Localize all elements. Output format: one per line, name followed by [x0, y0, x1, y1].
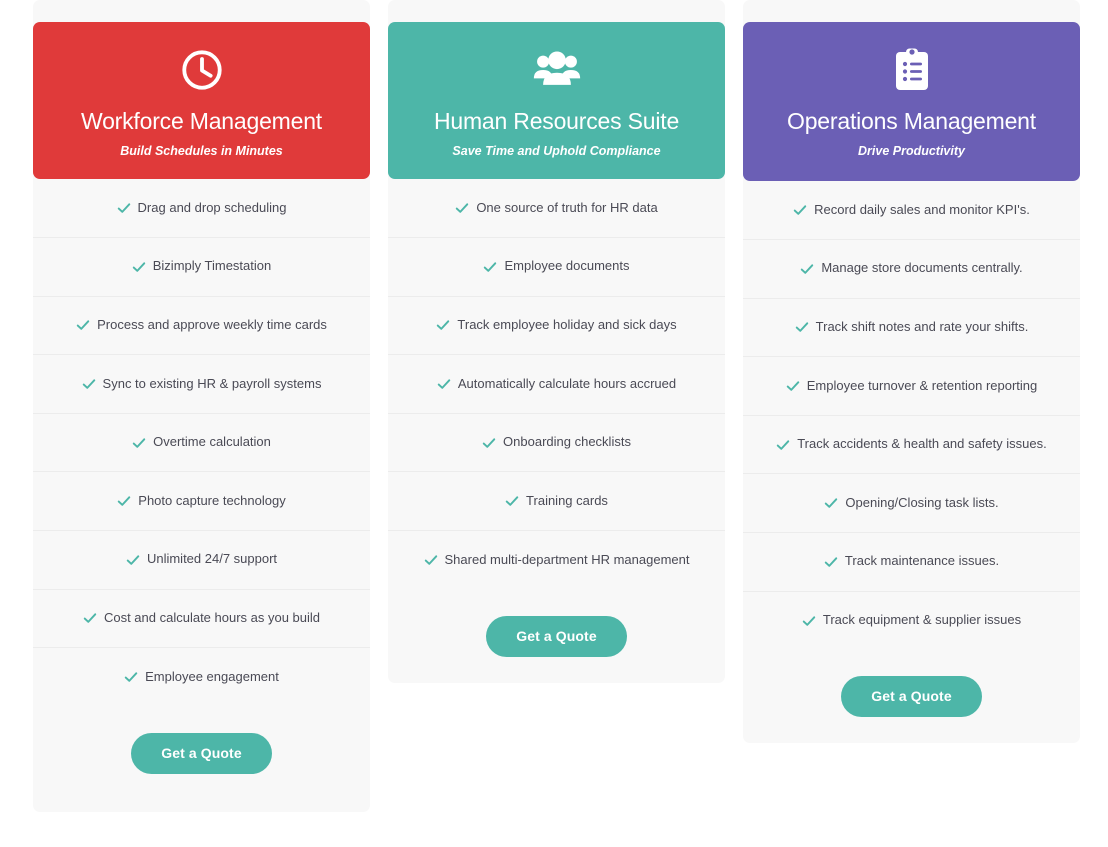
card-subtitle: Build Schedules in Minutes: [120, 144, 283, 159]
feature-label: Training cards: [526, 492, 608, 508]
feature-label: Employee turnover & retention reporting: [806, 377, 1038, 393]
product-card-operations-management: Operations Management Drive Productivity…: [743, 0, 1080, 744]
product-card-workforce-management: Workforce Management Build Schedules in …: [33, 0, 370, 812]
card-title: Human Resources Suite: [433, 108, 680, 134]
feature-item: Process and approve weekly time cards: [33, 297, 370, 356]
check-icon: [802, 614, 816, 628]
feature-item: Manage store documents centrally.: [743, 240, 1080, 299]
feature-item: Overtime calculation: [33, 414, 370, 473]
cta-container: Get a Quote: [33, 707, 370, 774]
feature-item: Cost and calculate hours as you build: [33, 590, 370, 649]
feature-item: Employee documents: [388, 238, 725, 297]
clipboard-list-icon: [761, 46, 1062, 94]
feature-label: Track accidents & health and safety issu…: [797, 436, 1047, 452]
card-header-human-resources-suite: Human Resources Suite Save Time and Upho…: [388, 22, 725, 180]
card-subtitle: Drive Productivity: [858, 144, 965, 159]
check-icon: [436, 318, 450, 332]
check-icon: [83, 611, 97, 625]
check-icon: [800, 262, 814, 276]
check-icon: [76, 318, 90, 332]
feature-label: Overtime calculation: [153, 434, 271, 450]
feature-item: Shared multi-department HR management: [388, 531, 725, 590]
check-icon: [132, 436, 146, 450]
feature-label: Photo capture technology: [138, 492, 286, 508]
feature-label: Sync to existing HR & payroll systems: [102, 375, 322, 391]
check-icon: [483, 260, 497, 274]
feature-item: Track equipment & supplier issues: [743, 592, 1080, 651]
check-icon: [455, 201, 469, 215]
feature-item: Record daily sales and monitor KPI's.: [743, 181, 1080, 241]
check-icon: [776, 438, 790, 452]
check-icon: [117, 494, 131, 508]
check-icon: [786, 379, 800, 393]
feature-label: Manage store documents centrally.: [821, 260, 1023, 276]
check-icon: [424, 553, 438, 567]
get-a-quote-button[interactable]: Get a Quote: [131, 732, 272, 774]
feature-item: Automatically calculate hours accrued: [388, 355, 725, 414]
check-icon: [824, 496, 838, 510]
check-icon: [132, 260, 146, 274]
feature-list-operations-management: Record daily sales and monitor KPI's. Ma…: [743, 181, 1080, 650]
feature-item: Training cards: [388, 472, 725, 531]
feature-item: Sync to existing HR & payroll systems: [33, 355, 370, 414]
card-title: Workforce Management: [80, 108, 322, 134]
check-icon: [482, 436, 496, 450]
feature-item: Drag and drop scheduling: [33, 179, 370, 239]
feature-list-workforce-management: Drag and drop scheduling Bizimply Timest…: [33, 179, 370, 706]
feature-label: One source of truth for HR data: [476, 199, 658, 215]
feature-label: Record daily sales and monitor KPI's.: [814, 201, 1030, 217]
pricing-feature-columns: Workforce Management Build Schedules in …: [0, 0, 1108, 847]
check-icon: [82, 377, 96, 391]
feature-label: Onboarding checklists: [503, 434, 631, 450]
feature-label: Unlimited 24/7 support: [146, 551, 278, 567]
feature-label: Employee documents: [504, 258, 630, 274]
check-icon: [795, 320, 809, 334]
card-header-operations-management: Operations Management Drive Productivity: [743, 22, 1080, 182]
feature-item: Track accidents & health and safety issu…: [743, 416, 1080, 475]
card-title: Operations Management: [787, 108, 1036, 134]
cta-container: Get a Quote: [743, 650, 1080, 718]
feature-label: Track maintenance issues.: [844, 553, 1000, 569]
feature-item: Opening/Closing task lists.: [743, 474, 1080, 533]
feature-item: Onboarding checklists: [388, 414, 725, 473]
check-icon: [124, 670, 138, 684]
card-header-workforce-management: Workforce Management Build Schedules in …: [33, 22, 370, 180]
feature-label: Shared multi-department HR management: [444, 551, 690, 567]
feature-label: Track employee holiday and sick days: [457, 316, 677, 332]
feature-item: Employee turnover & retention reporting: [743, 357, 1080, 416]
check-icon: [505, 494, 519, 508]
feature-label: Process and approve weekly time cards: [97, 316, 327, 332]
feature-label: Track equipment & supplier issues: [822, 612, 1022, 628]
check-icon: [793, 203, 807, 217]
feature-item: Track employee holiday and sick days: [388, 297, 725, 356]
feature-item: Track maintenance issues.: [743, 533, 1080, 592]
feature-label: Automatically calculate hours accrued: [457, 375, 677, 391]
feature-label: Cost and calculate hours as you build: [103, 609, 321, 625]
feature-label: Drag and drop scheduling: [137, 199, 287, 215]
clock-icon: [51, 46, 352, 94]
people-group-icon: [406, 46, 707, 94]
feature-label: Opening/Closing task lists.: [845, 494, 999, 510]
feature-item: Unlimited 24/7 support: [33, 531, 370, 590]
check-icon: [126, 553, 140, 567]
get-a-quote-button[interactable]: Get a Quote: [841, 676, 982, 718]
card-subtitle: Save Time and Uphold Compliance: [452, 144, 661, 159]
feature-label: Track shift notes and rate your shifts.: [815, 318, 1029, 334]
feature-item: One source of truth for HR data: [388, 179, 725, 239]
feature-list-human-resources-suite: One source of truth for HR data Employee…: [388, 179, 725, 589]
check-icon: [437, 377, 451, 391]
feature-item: Employee engagement: [33, 648, 370, 707]
get-a-quote-button[interactable]: Get a Quote: [486, 615, 627, 657]
feature-item: Bizimply Timestation: [33, 238, 370, 297]
product-card-human-resources-suite: Human Resources Suite Save Time and Upho…: [388, 0, 725, 683]
cta-container: Get a Quote: [388, 590, 725, 657]
feature-item: Track shift notes and rate your shifts.: [743, 299, 1080, 358]
check-icon: [117, 201, 131, 215]
check-icon: [824, 555, 838, 569]
feature-label: Bizimply Timestation: [152, 258, 272, 274]
feature-item: Photo capture technology: [33, 472, 370, 531]
feature-label: Employee engagement: [145, 669, 279, 685]
